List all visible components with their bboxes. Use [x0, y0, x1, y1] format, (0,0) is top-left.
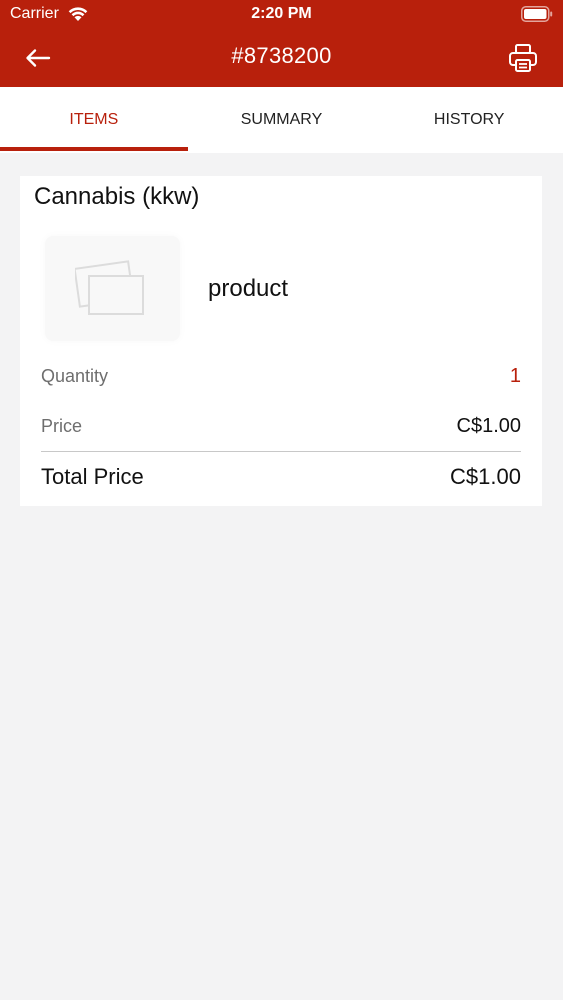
- status-time: 2:20 PM: [251, 5, 312, 22]
- quantity-value: 1: [509, 365, 521, 387]
- tab-history-label: HISTORY: [433, 111, 505, 128]
- tab-summary-label: SUMMARY: [240, 111, 323, 128]
- tab-items[interactable]: ITEMS: [0, 87, 188, 153]
- order-detail-screen: Carrier 2:20 PM #8738200 ITEMS SUMMARY H…: [0, 0, 563, 1000]
- printer-icon: [509, 44, 537, 72]
- status-bar: Carrier 2:20 PM: [0, 0, 563, 30]
- product-image: [45, 236, 180, 341]
- quantity-label: Quantity: [41, 366, 109, 386]
- image-placeholder-icon: [75, 260, 144, 315]
- price-value: C$1.00: [456, 415, 522, 437]
- tab-history[interactable]: HISTORY: [375, 87, 563, 153]
- tab-bar: ITEMS SUMMARY HISTORY: [0, 87, 563, 153]
- header: Carrier 2:20 PM #8738200: [0, 0, 563, 87]
- nav-bar: #8738200: [0, 30, 563, 87]
- total-price-label: Total Price: [41, 464, 144, 489]
- tab-summary[interactable]: SUMMARY: [188, 87, 376, 153]
- product-name: product: [208, 275, 289, 302]
- battery-icon: [521, 6, 553, 22]
- print-button[interactable]: [503, 38, 543, 78]
- price-label: Price: [41, 416, 83, 436]
- order-number-title: #8738200: [231, 43, 332, 68]
- item-category: Cannabis (kkw): [34, 183, 200, 210]
- divider: [41, 451, 521, 452]
- active-tab-indicator: [0, 147, 188, 151]
- total-price-value: C$1.00: [450, 464, 521, 489]
- tab-items-label: ITEMS: [69, 111, 119, 128]
- item-card: Cannabis (kkw) product Quantity 1 Price …: [20, 176, 542, 506]
